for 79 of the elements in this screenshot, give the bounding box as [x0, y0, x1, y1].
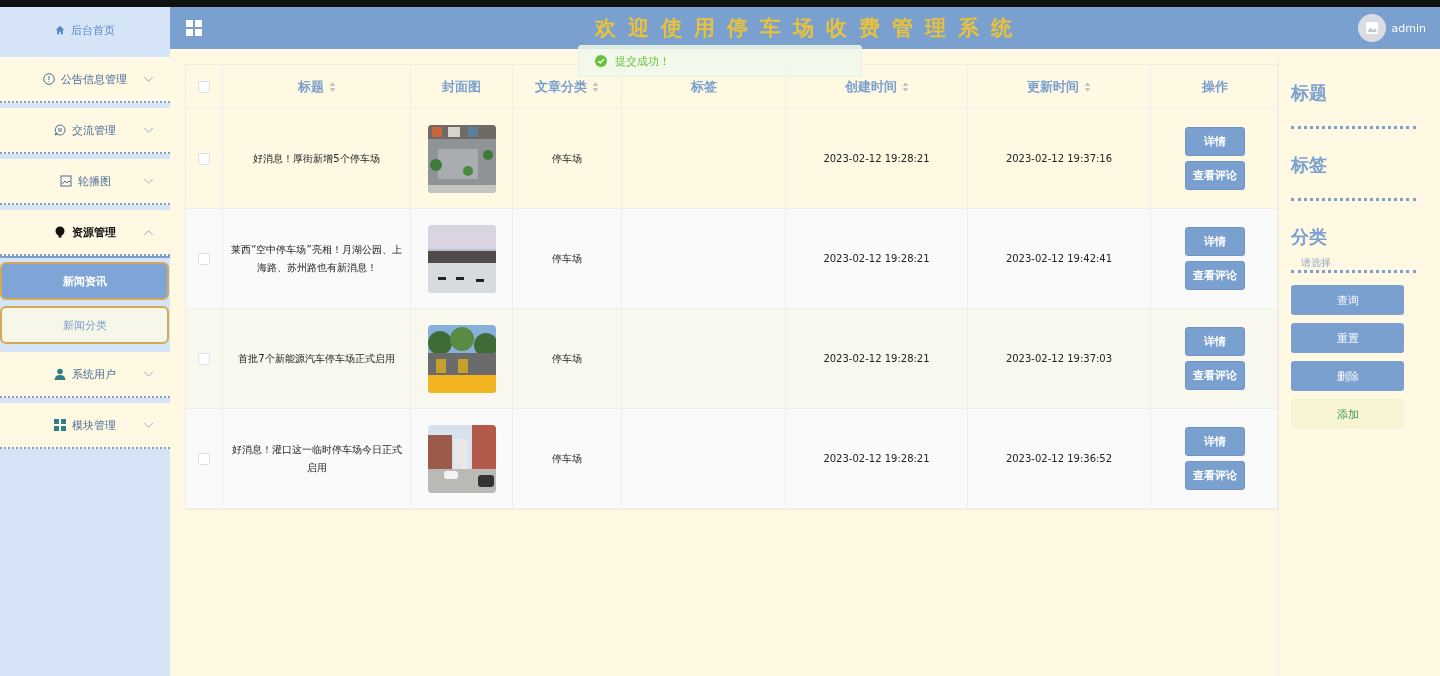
column-header: 标签 [690, 77, 717, 96]
updated-time: 2023-02-12 19:37:16 [1005, 151, 1113, 166]
category-text: 停车场 [552, 351, 582, 366]
menu-label: 系统用户 [72, 366, 116, 382]
filter-button[interactable]: 重置 [1291, 323, 1404, 353]
filter-field[interactable]: 标题 [1291, 69, 1416, 129]
field-label: 标签 [1291, 153, 1328, 177]
select-field[interactable]: 请选择 [1291, 253, 1411, 272]
sort-icon[interactable] [901, 81, 909, 92]
menu-label: 资源管理 [72, 224, 116, 240]
field-label: 分类 [1291, 225, 1328, 249]
filter-button[interactable]: 删除 [1291, 361, 1404, 391]
menu-item[interactable]: 公告信息管理 [0, 57, 170, 103]
column-header: 操作 [1201, 77, 1228, 96]
select-all-checkbox[interactable] [198, 80, 210, 93]
updated-time: 2023-02-12 19:36:52 [1005, 451, 1113, 466]
user-icon [54, 368, 66, 380]
category-text: 停车场 [552, 151, 582, 166]
sort-icon[interactable] [592, 81, 599, 92]
menu-item[interactable]: 系统用户 [0, 352, 170, 398]
row-checkbox[interactable] [198, 452, 210, 465]
article-title: 莱西“空中停车场”亮相！月湖公园、上海路、苏州路也有新消息！ [231, 242, 402, 275]
sort-icon[interactable] [1084, 81, 1091, 92]
category-text: 停车场 [552, 251, 582, 266]
column-header: 标题 [297, 77, 324, 96]
column-header: 文章分类 [535, 77, 587, 96]
details-button[interactable]: 详情 [1184, 327, 1245, 356]
menu-item[interactable]: 交流管理 [0, 108, 170, 154]
comments-button[interactable]: 查看评论 [1184, 261, 1245, 290]
article-title: 好消息！灌口这一临时停车场今日正式启用 [231, 442, 402, 475]
details-button[interactable]: 详情 [1184, 127, 1245, 156]
category-text: 停车场 [552, 451, 582, 466]
toast-message: 提交成功！ [615, 53, 670, 69]
home-icon [55, 25, 65, 35]
comments-button[interactable]: 查看评论 [1184, 361, 1245, 390]
created-time: 2023-02-12 19:28:21 [823, 351, 930, 366]
menu-item[interactable]: 资源管理 [0, 210, 170, 256]
system-title: 欢迎使用停车场收费管理系统 [593, 15, 1026, 42]
filter-button[interactable]: 添加 [1291, 399, 1404, 429]
bulb-icon [54, 226, 66, 238]
created-time: 2023-02-12 19:28:21 [823, 451, 930, 466]
details-button[interactable]: 详情 [1184, 227, 1245, 256]
info-icon [43, 73, 55, 85]
avatar-icon[interactable] [1357, 14, 1386, 42]
article-title: 首批7个新能源汽车停车场正式启用 [238, 351, 395, 366]
row-checkbox[interactable] [198, 252, 210, 265]
updated-time: 2023-02-12 19:42:41 [1005, 251, 1113, 266]
sort-icon[interactable] [328, 81, 336, 92]
menu-item[interactable]: 模块管理 [0, 403, 170, 449]
details-button[interactable]: 详情 [1184, 427, 1245, 456]
menu-icon[interactable] [186, 20, 202, 36]
image-icon [59, 175, 72, 187]
comments-button[interactable]: 查看评论 [1184, 461, 1245, 490]
chat-icon [54, 124, 66, 136]
column-header: 更新时间 [1027, 77, 1079, 96]
filter-field[interactable]: 分类 请选择 [1291, 213, 1416, 273]
menu-label: 轮播图 [77, 173, 111, 189]
column-header: 封面图 [442, 77, 481, 96]
menu-label: 模块管理 [72, 417, 116, 433]
submenu-item[interactable]: 新闻资讯 [0, 262, 169, 300]
field-label: 标题 [1291, 81, 1328, 105]
menu-label: 公告信息管理 [61, 71, 127, 87]
grid-icon [54, 419, 66, 431]
submenu-item[interactable]: 新闻分类 [0, 306, 169, 344]
user-name: admin [1391, 21, 1426, 35]
column-header: 创建时间 [844, 77, 897, 96]
filter-button[interactable]: 查询 [1291, 285, 1404, 315]
created-time: 2023-02-12 19:28:21 [823, 251, 930, 266]
comments-button[interactable]: 查看评论 [1184, 161, 1245, 190]
home-link[interactable]: 后台首页 [55, 22, 115, 38]
success-icon [595, 55, 607, 67]
row-checkbox[interactable] [198, 152, 210, 165]
row-checkbox[interactable] [198, 352, 210, 365]
filter-field[interactable]: 标签 [1291, 141, 1416, 201]
created-time: 2023-02-12 19:28:21 [823, 151, 930, 166]
menu-label: 交流管理 [72, 122, 116, 138]
article-title: 好消息！厚街新增5个停车场 [253, 151, 380, 166]
updated-time: 2023-02-12 19:37:03 [1005, 351, 1113, 366]
menu-item[interactable]: 轮播图 [0, 159, 170, 205]
